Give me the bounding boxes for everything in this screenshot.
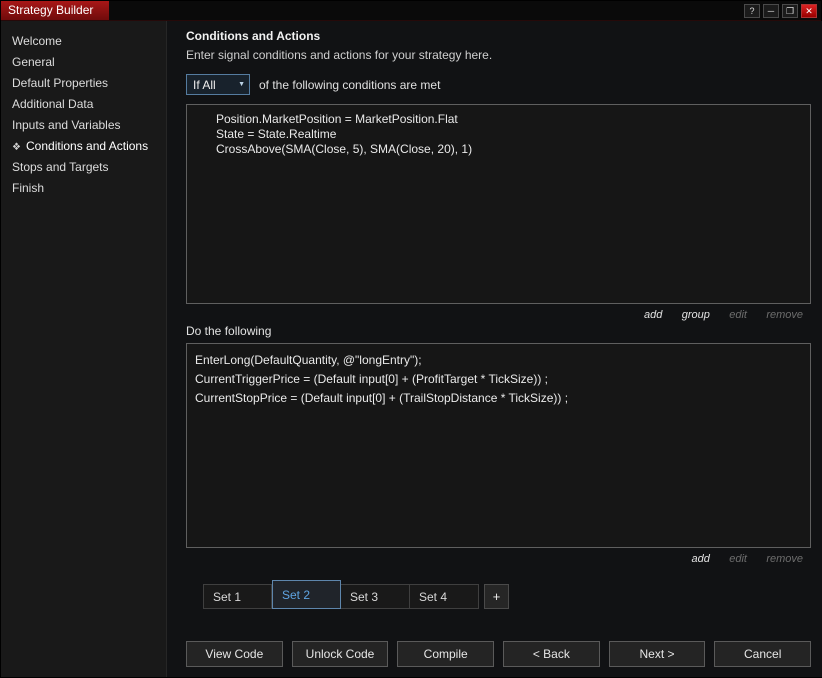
actions-links: add edit remove — [186, 548, 811, 566]
window-title: Strategy Builder — [1, 1, 109, 20]
condition-item[interactable]: Position.MarketPosition = MarketPosition… — [216, 112, 810, 127]
sidebar-item-stops-and-targets[interactable]: Stops and Targets — [1, 157, 166, 178]
sidebar-item-conditions-and-actions[interactable]: ❖ Conditions and Actions — [1, 136, 166, 157]
chevron-down-icon: ▼ — [238, 81, 245, 88]
sidebar-item-label: Stops and Targets — [12, 160, 109, 174]
minimize-button[interactable]: ─ — [763, 3, 779, 18]
sidebar-item-general[interactable]: General — [1, 52, 166, 73]
sidebar-item-label: Conditions and Actions — [26, 139, 149, 153]
edit-condition-link: edit — [729, 309, 747, 321]
compile-button[interactable]: Compile — [397, 641, 495, 667]
next-button[interactable]: Next > — [608, 641, 706, 667]
sidebar: Welcome General Default Properties Addit… — [1, 21, 167, 677]
titlebar: Strategy Builder ? ─ ❐ ✕ — [1, 1, 821, 21]
action-item[interactable]: CurrentStopPrice = (Default input[0] + (… — [195, 389, 810, 408]
actions-section-label: Do the following — [186, 324, 272, 338]
current-step-icon: ❖ — [12, 142, 21, 153]
add-set-button[interactable]: + — [484, 584, 509, 609]
sidebar-item-finish[interactable]: Finish — [1, 178, 166, 199]
sidebar-item-label: Finish — [12, 181, 45, 195]
add-condition-link[interactable]: add — [644, 309, 662, 321]
tab-set-1[interactable]: Set 1 — [203, 584, 272, 609]
maximize-button[interactable]: ❐ — [782, 3, 798, 18]
tab-set-2[interactable]: Set 2 — [272, 580, 341, 609]
sidebar-item-label: Inputs and Variables — [12, 118, 121, 132]
sidebar-item-label: Welcome — [12, 34, 62, 48]
remove-condition-link: remove — [766, 309, 803, 321]
close-button[interactable]: ✕ — [801, 3, 817, 18]
action-item[interactable]: CurrentTriggerPrice = (Default input[0] … — [195, 370, 810, 389]
page-title: Conditions and Actions — [186, 29, 321, 43]
cancel-button[interactable]: Cancel — [714, 641, 812, 667]
conditions-links: add group edit remove — [186, 304, 811, 322]
conditions-list[interactable]: Position.MarketPosition = MarketPosition… — [186, 104, 811, 304]
condition-item[interactable]: State = State.Realtime — [216, 127, 810, 142]
remove-action-link: remove — [766, 553, 803, 565]
edit-action-link: edit — [729, 553, 747, 565]
main-content: Conditions and Actions Enter signal cond… — [167, 21, 822, 677]
condition-item[interactable]: CrossAbove(SMA(Close, 5), SMA(Close, 20)… — [216, 142, 810, 157]
sidebar-item-label: Default Properties — [12, 76, 109, 90]
unlock-code-button[interactable]: Unlock Code — [291, 641, 389, 667]
sidebar-item-welcome[interactable]: Welcome — [1, 31, 166, 52]
strategy-builder-window: Strategy Builder ? ─ ❐ ✕ Welcome General… — [0, 0, 822, 678]
sidebar-item-label: General — [12, 55, 55, 69]
condition-logic-value: If All — [193, 77, 216, 92]
group-condition-link[interactable]: group — [682, 309, 710, 321]
back-button[interactable]: < Back — [503, 641, 600, 667]
bottom-buttons: View Code Unlock Code Compile < Back Nex… — [186, 641, 812, 667]
actions-list[interactable]: EnterLong(DefaultQuantity, @"longEntry")… — [186, 343, 811, 548]
window-body: Welcome General Default Properties Addit… — [1, 21, 822, 677]
set-tabs: Set 1 Set 2 Set 3 Set 4 + — [203, 580, 811, 609]
conditions-header: If All ▼ of the following conditions are… — [186, 74, 811, 95]
tab-set-4[interactable]: Set 4 — [410, 584, 479, 609]
sidebar-item-additional-data[interactable]: Additional Data — [1, 94, 166, 115]
add-action-link[interactable]: add — [692, 553, 710, 565]
action-item[interactable]: EnterLong(DefaultQuantity, @"longEntry")… — [195, 351, 810, 370]
tab-set-3[interactable]: Set 3 — [341, 584, 410, 609]
condition-logic-dropdown[interactable]: If All ▼ — [186, 74, 250, 95]
sidebar-item-inputs-and-variables[interactable]: Inputs and Variables — [1, 115, 166, 136]
window-controls: ? ─ ❐ ✕ — [744, 1, 821, 20]
sidebar-item-label: Additional Data — [12, 97, 94, 111]
view-code-button[interactable]: View Code — [186, 641, 283, 667]
conditions-header-label: of the following conditions are met — [259, 77, 441, 92]
page-subtitle: Enter signal conditions and actions for … — [186, 48, 493, 62]
sidebar-item-default-properties[interactable]: Default Properties — [1, 73, 166, 94]
help-button[interactable]: ? — [744, 3, 760, 18]
